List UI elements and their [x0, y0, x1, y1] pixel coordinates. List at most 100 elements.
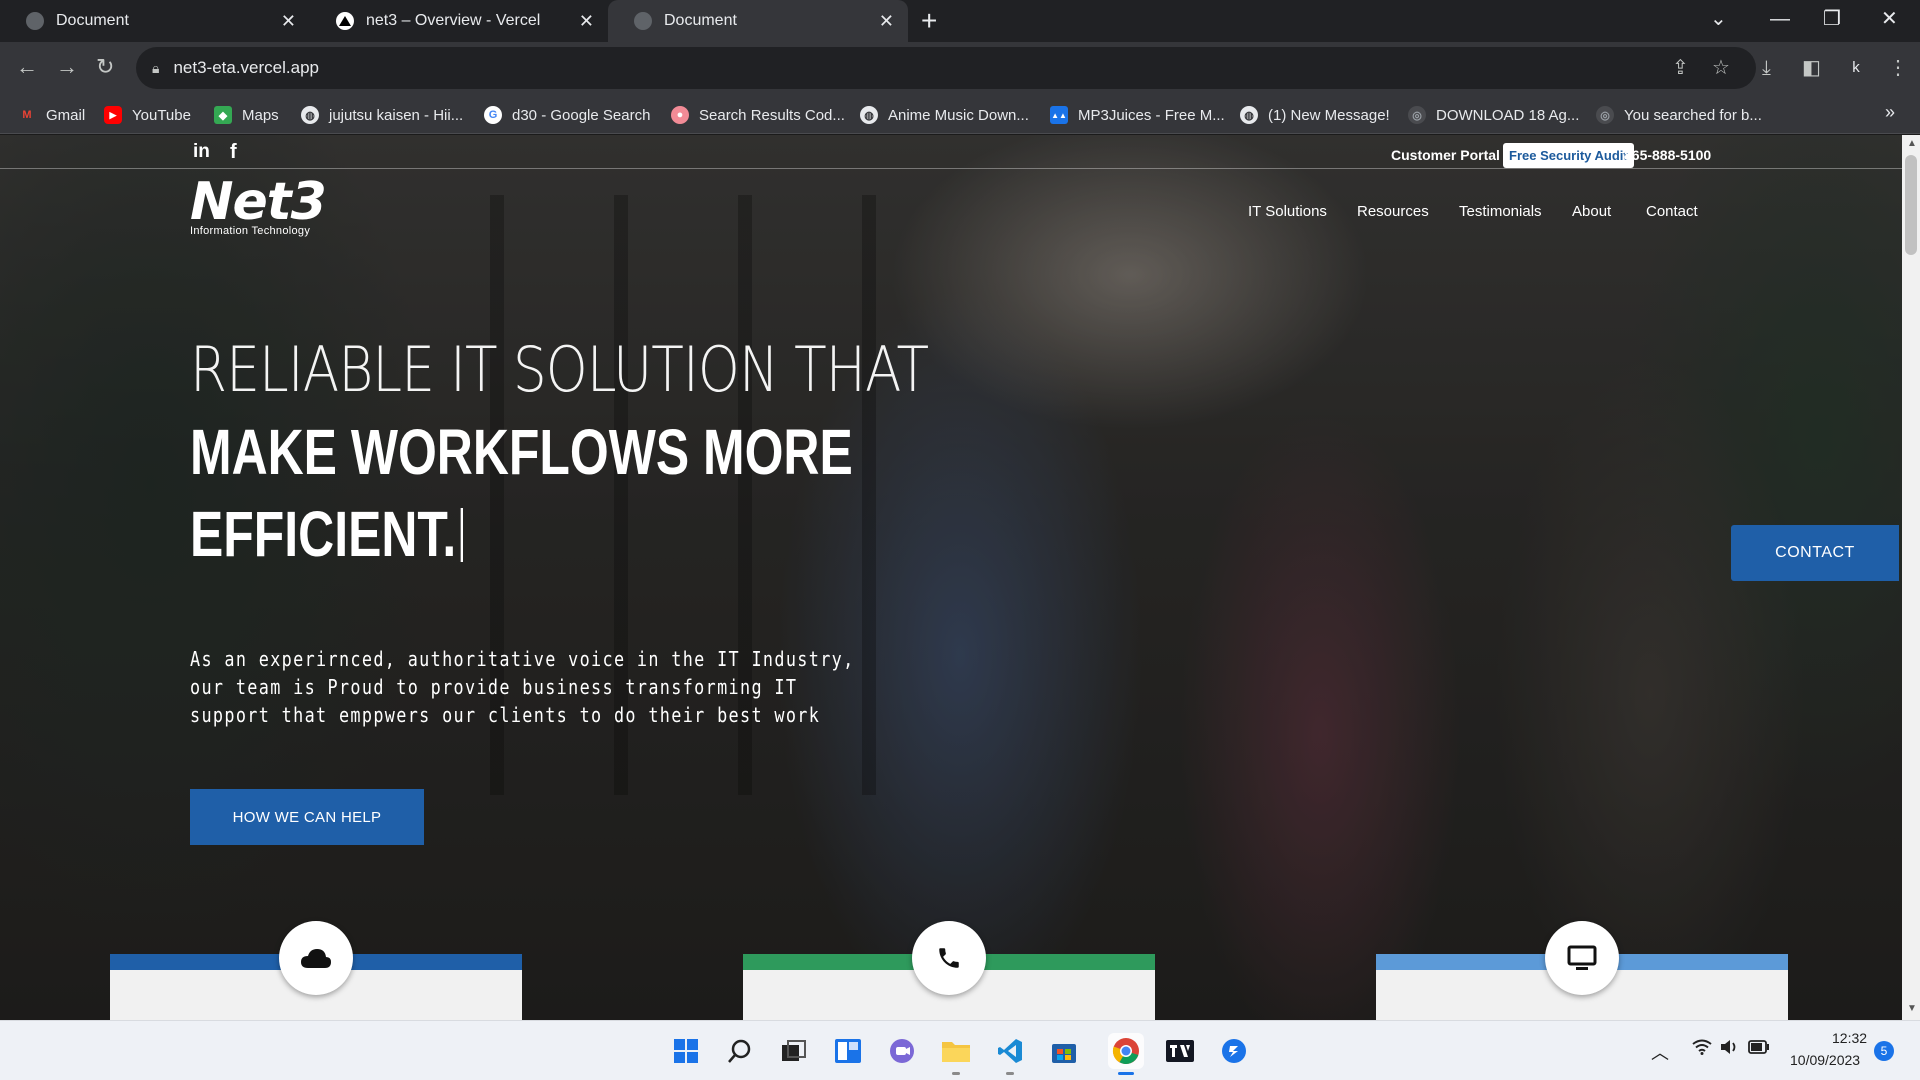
bookmark-search-results[interactable]: ● Search Results Cod...	[671, 96, 845, 134]
reload-icon[interactable]: ↻	[96, 54, 114, 80]
bookmark-label: Maps	[242, 106, 279, 124]
teams-chat-icon[interactable]	[884, 1033, 920, 1069]
bookmark-label: YouTube	[132, 106, 191, 124]
wifi-icon[interactable]	[1692, 1039, 1712, 1060]
browser-tab-strip: Document ✕ net3 – Overview - Vercel ✕ Do…	[0, 0, 1920, 42]
running-indicator	[1006, 1072, 1014, 1075]
bookmark-maps[interactable]: ◆ Maps	[214, 96, 279, 134]
chrome-icon[interactable]	[1108, 1033, 1144, 1075]
close-icon[interactable]: ✕	[281, 10, 296, 32]
scroll-up-icon[interactable]: ▲	[1907, 138, 1917, 149]
menu-icon[interactable]: ⋮	[1888, 56, 1908, 80]
hero-headline-line2: MAKE WORKFLOWS MORE	[190, 416, 853, 488]
tab-search-icon[interactable]: ⌄	[1710, 6, 1727, 32]
scroll-down-icon[interactable]: ▼	[1907, 1003, 1917, 1014]
download-icon[interactable]: ⤓	[1762, 56, 1771, 80]
windows-start-icon[interactable]	[668, 1033, 704, 1069]
browser-toolbar: ← → ↻ 🔒︎ net3-eta.vercel.app ⇪ ☆ ⤓ ◧ k ⋮	[0, 42, 1920, 96]
nav-it-solutions[interactable]: IT Solutions	[1248, 203, 1327, 220]
active-indicator	[1118, 1072, 1134, 1075]
bookmarks-bar: M Gmail ▶ YouTube ◆ Maps ◍ jujutsu kaise…	[0, 96, 1920, 134]
globe-icon: ◍	[1240, 106, 1258, 124]
typing-cursor	[460, 508, 464, 562]
how-we-can-help-button[interactable]: HOW WE CAN HELP	[190, 789, 424, 845]
clock-date[interactable]: 10/09/2023	[1790, 1052, 1860, 1068]
hero-headline-line1: RELIABLE IT SOLUTION THAT	[190, 333, 929, 406]
tradingview-icon[interactable]	[1162, 1033, 1198, 1069]
monitor-icon[interactable]	[1545, 921, 1619, 995]
cloud-icon[interactable]	[279, 921, 353, 995]
back-icon[interactable]: ←	[16, 54, 38, 80]
scroll-thumb[interactable]	[1905, 155, 1917, 255]
close-icon[interactable]: ✕	[879, 10, 894, 32]
chevron-right-icon[interactable]: »	[1885, 102, 1895, 123]
bookmark-new-message[interactable]: ◍ (1) New Message!	[1240, 96, 1390, 134]
battery-icon[interactable]	[1748, 1040, 1770, 1059]
bookmark-star-icon[interactable]: ☆	[1712, 56, 1730, 80]
new-tab-button[interactable]: +	[921, 6, 937, 36]
vercel-icon	[336, 12, 354, 30]
globe-icon: ◍	[860, 106, 878, 124]
vscode-icon[interactable]	[992, 1033, 1028, 1075]
bookmark-gmail[interactable]: M Gmail	[18, 96, 85, 134]
bookmark-anime-music[interactable]: ◍ Anime Music Down...	[860, 96, 1029, 134]
bookmark-label: jujutsu kaisen - Hii...	[329, 106, 464, 124]
microsoft-store-icon[interactable]	[1046, 1033, 1082, 1069]
share-icon[interactable]: ⇪	[1672, 56, 1689, 80]
url-text[interactable]: net3-eta.vercel.app	[173, 58, 319, 78]
minimize-icon[interactable]: —	[1770, 6, 1790, 32]
topbar-divider	[0, 168, 1902, 169]
windows-taskbar: ︿ 12:32 10/09/2023 5	[0, 1020, 1920, 1080]
task-view-icon[interactable]	[776, 1033, 812, 1069]
maps-icon: ◆	[214, 106, 232, 124]
bookmark-label: Gmail	[46, 106, 86, 124]
search-icon[interactable]	[722, 1033, 758, 1069]
bookmark-jujutsu[interactable]: ◍ jujutsu kaisen - Hii...	[301, 96, 463, 134]
bookmark-youtube[interactable]: ▶ YouTube	[104, 96, 191, 134]
volume-icon[interactable]	[1720, 1039, 1740, 1060]
facebook-icon[interactable]: f	[230, 141, 237, 164]
side-panel-icon[interactable]: ◧	[1802, 56, 1821, 80]
clock-time[interactable]: 12:32	[1832, 1030, 1867, 1046]
bookmark-label: Anime Music Down...	[888, 106, 1029, 124]
file-explorer-icon[interactable]	[938, 1033, 974, 1075]
page-scrollbar[interactable]: ▲ ▼	[1902, 135, 1920, 1020]
nav-resources[interactable]: Resources	[1357, 203, 1429, 220]
bookmark-you-searched[interactable]: ◎ You searched for b...	[1596, 96, 1762, 134]
bookmark-mp3juices[interactable]: ▲▲ MP3Juices - Free M...	[1050, 96, 1225, 134]
nav-testimonials[interactable]: Testimonials	[1459, 203, 1542, 220]
linkedin-icon[interactable]: in	[193, 141, 210, 163]
bookmark-label: d30 - Google Search	[512, 106, 651, 124]
hero-overlay	[0, 135, 1902, 1020]
hero-headline-text: EFFICIENT.	[190, 498, 457, 570]
nav-contact[interactable]: Contact	[1646, 203, 1698, 220]
tab-document-active[interactable]: Document ✕	[608, 0, 908, 42]
google-icon: G	[484, 106, 502, 124]
window-close-icon[interactable]: ✕	[1881, 6, 1898, 32]
restore-icon[interactable]: ❐	[1823, 6, 1841, 32]
bookmark-google-search[interactable]: G d30 - Google Search	[484, 96, 650, 134]
phone-icon[interactable]	[912, 921, 986, 995]
tab-title: net3 – Overview - Vercel	[366, 12, 541, 29]
tab-vercel[interactable]: net3 – Overview - Vercel ✕	[310, 0, 608, 42]
profile-avatar[interactable]: k	[1843, 55, 1869, 81]
app-icon[interactable]	[1216, 1033, 1252, 1069]
customer-portal-link[interactable]: Customer Portal	[1391, 147, 1500, 163]
bookmark-download-18[interactable]: ◎ DOWNLOAD 18 Ag...	[1408, 96, 1579, 134]
forward-icon[interactable]: →	[56, 54, 78, 80]
hero-headline-line3: EFFICIENT.	[190, 497, 464, 571]
net3-logo[interactable]: Net3 Information Technology	[190, 176, 355, 237]
contact-floating-button[interactable]: CONTACT	[1731, 525, 1899, 581]
free-security-audit-button[interactable]: Free Security Audit	[1503, 143, 1634, 168]
lock-icon[interactable]: 🔒︎	[152, 60, 159, 77]
tab-document-1[interactable]: Document ✕	[0, 0, 310, 42]
nav-about[interactable]: About	[1572, 203, 1611, 220]
widgets-icon[interactable]	[830, 1033, 866, 1069]
hero-intro-text: As an experirnced, authoritative voice i…	[190, 647, 855, 727]
phone-number-link[interactable]: 865-888-5100	[1624, 147, 1711, 163]
download-site-icon: ◎	[1408, 106, 1426, 124]
notification-badge[interactable]: 5	[1874, 1041, 1894, 1061]
chevron-up-icon[interactable]: ︿	[1651, 1039, 1669, 1065]
address-bar[interactable]: 🔒︎ net3-eta.vercel.app	[136, 47, 1756, 89]
close-icon[interactable]: ✕	[579, 10, 594, 32]
